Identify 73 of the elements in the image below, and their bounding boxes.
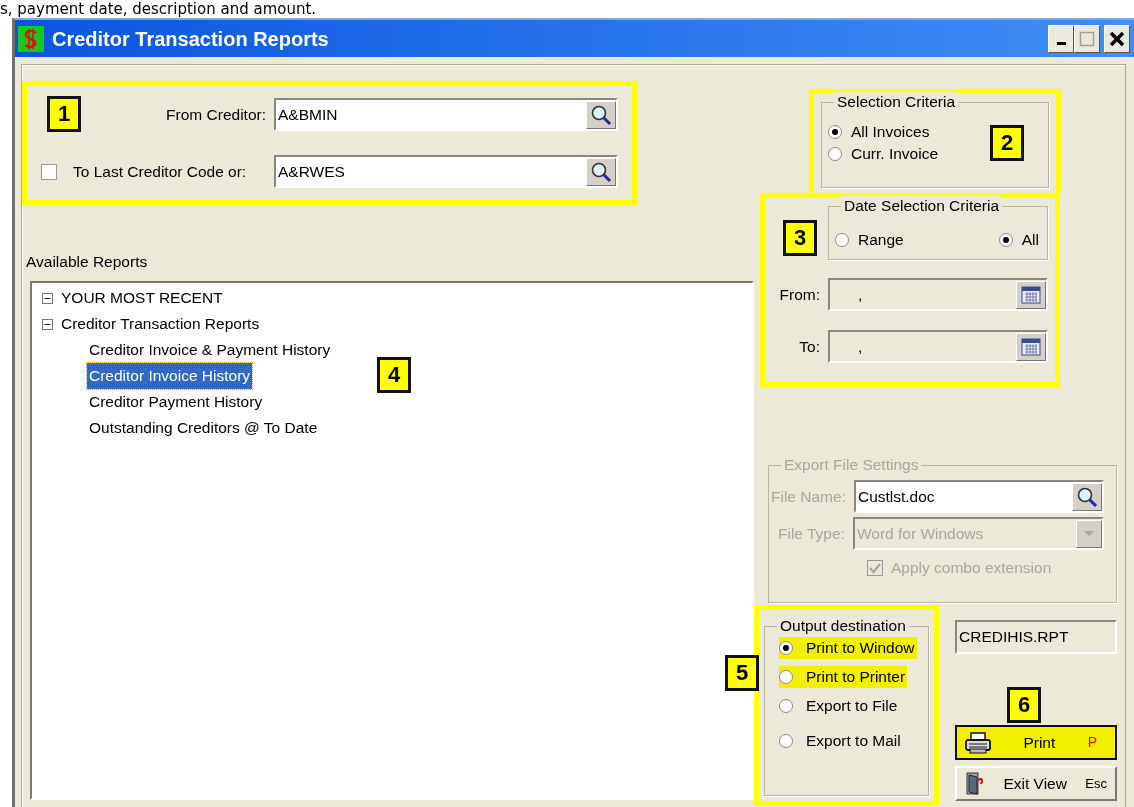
dropdown-button[interactable] xyxy=(1076,519,1102,548)
tree-item[interactable]: Creditor Payment History xyxy=(87,389,265,416)
radio-button[interactable] xyxy=(779,699,793,713)
callout-number: 6 xyxy=(1007,687,1041,723)
search-button[interactable] xyxy=(1072,482,1102,511)
radio-label: Export to File xyxy=(806,696,898,716)
field-value: , xyxy=(858,336,863,357)
tree-item[interactable]: Creditor Invoice History xyxy=(87,363,253,390)
field-label: From Creditor: xyxy=(166,104,266,125)
field-value: A&BMIN xyxy=(278,104,338,125)
creditor-field[interactable]: A&BMIN xyxy=(274,98,618,131)
radio-label: Print to Window xyxy=(806,638,915,658)
calendar-icon xyxy=(1021,284,1041,305)
checkbox-label: To Last Creditor Code or: xyxy=(73,161,247,182)
minimize-button[interactable] xyxy=(1048,24,1074,53)
field-value: , xyxy=(858,284,863,305)
tree-item[interactable]: Creditor Invoice & Payment History xyxy=(87,337,333,364)
close-button[interactable] xyxy=(1104,24,1130,53)
door-icon xyxy=(965,771,985,796)
tree-item[interactable]: Creditor Transaction Reports xyxy=(61,311,260,338)
search-icon xyxy=(1076,485,1098,508)
caret-icon xyxy=(1083,530,1095,537)
field-label: From: xyxy=(779,284,820,305)
radio-button[interactable] xyxy=(828,147,842,161)
print-button[interactable]: Print P xyxy=(955,725,1117,760)
checkbox-label: Apply combo extension xyxy=(891,558,1052,578)
caption-text: s, payment date, description and amount. xyxy=(0,0,317,18)
window-title: Creditor Transaction Reports xyxy=(52,26,329,52)
field-value: Word for Windows xyxy=(856,523,984,544)
search-button[interactable] xyxy=(586,100,616,129)
field-value: Custlst.doc xyxy=(857,486,935,507)
maximize-button[interactable] xyxy=(1074,24,1100,53)
callout-number: 4 xyxy=(377,357,411,394)
radio-button[interactable] xyxy=(779,734,793,748)
field-label: To: xyxy=(799,336,820,357)
radio-button[interactable] xyxy=(998,233,1013,247)
radio-label: All Invoices xyxy=(851,122,930,142)
dollar-icon xyxy=(18,25,44,52)
checkbox[interactable] xyxy=(41,163,57,180)
maximize-icon xyxy=(1079,30,1095,47)
field-label: File Type: xyxy=(778,523,845,544)
radio-button[interactable] xyxy=(779,670,793,684)
radio-label: Curr. Invoice xyxy=(851,144,938,164)
radio-label: All xyxy=(1021,230,1039,250)
radio-option[interactable]: Export to File xyxy=(779,695,900,717)
creditor-field[interactable]: A&RWES xyxy=(274,155,618,188)
calendar-icon xyxy=(1021,336,1041,357)
radio-button[interactable] xyxy=(779,641,793,655)
radio-button[interactable] xyxy=(828,125,842,139)
search-icon xyxy=(590,103,612,126)
radio-button[interactable] xyxy=(835,233,849,247)
callout-number: 1 xyxy=(47,96,81,132)
radio-label: Range xyxy=(858,230,904,250)
exit-button[interactable]: Exit View Esc xyxy=(955,766,1117,801)
field-value: CREDIHIS.RPT xyxy=(959,627,1069,648)
field-value: A&RWES xyxy=(278,161,345,182)
close-icon xyxy=(1109,30,1125,47)
search-button[interactable] xyxy=(586,157,616,186)
callout-number: 3 xyxy=(783,220,817,256)
tree-item[interactable]: YOUR MOST RECENT xyxy=(61,285,223,312)
tree-item[interactable]: Outstanding Creditors @ To Date xyxy=(87,415,320,442)
search-icon xyxy=(590,160,612,183)
radio-label: Print to Printer xyxy=(806,667,906,687)
radio-option[interactable]: Print to Printer xyxy=(779,666,908,688)
radio-option[interactable]: Print to Window xyxy=(779,637,917,659)
radio-label: Export to Mail xyxy=(806,731,901,751)
minimize-icon xyxy=(1056,42,1066,45)
radio-option[interactable]: Export to Mail xyxy=(779,730,903,752)
printer-icon xyxy=(965,731,991,754)
section-label: Available Reports xyxy=(26,252,149,272)
field-label: File Name: xyxy=(771,486,846,507)
callout-number: 5 xyxy=(725,655,759,691)
callout-number: 2 xyxy=(990,125,1024,161)
